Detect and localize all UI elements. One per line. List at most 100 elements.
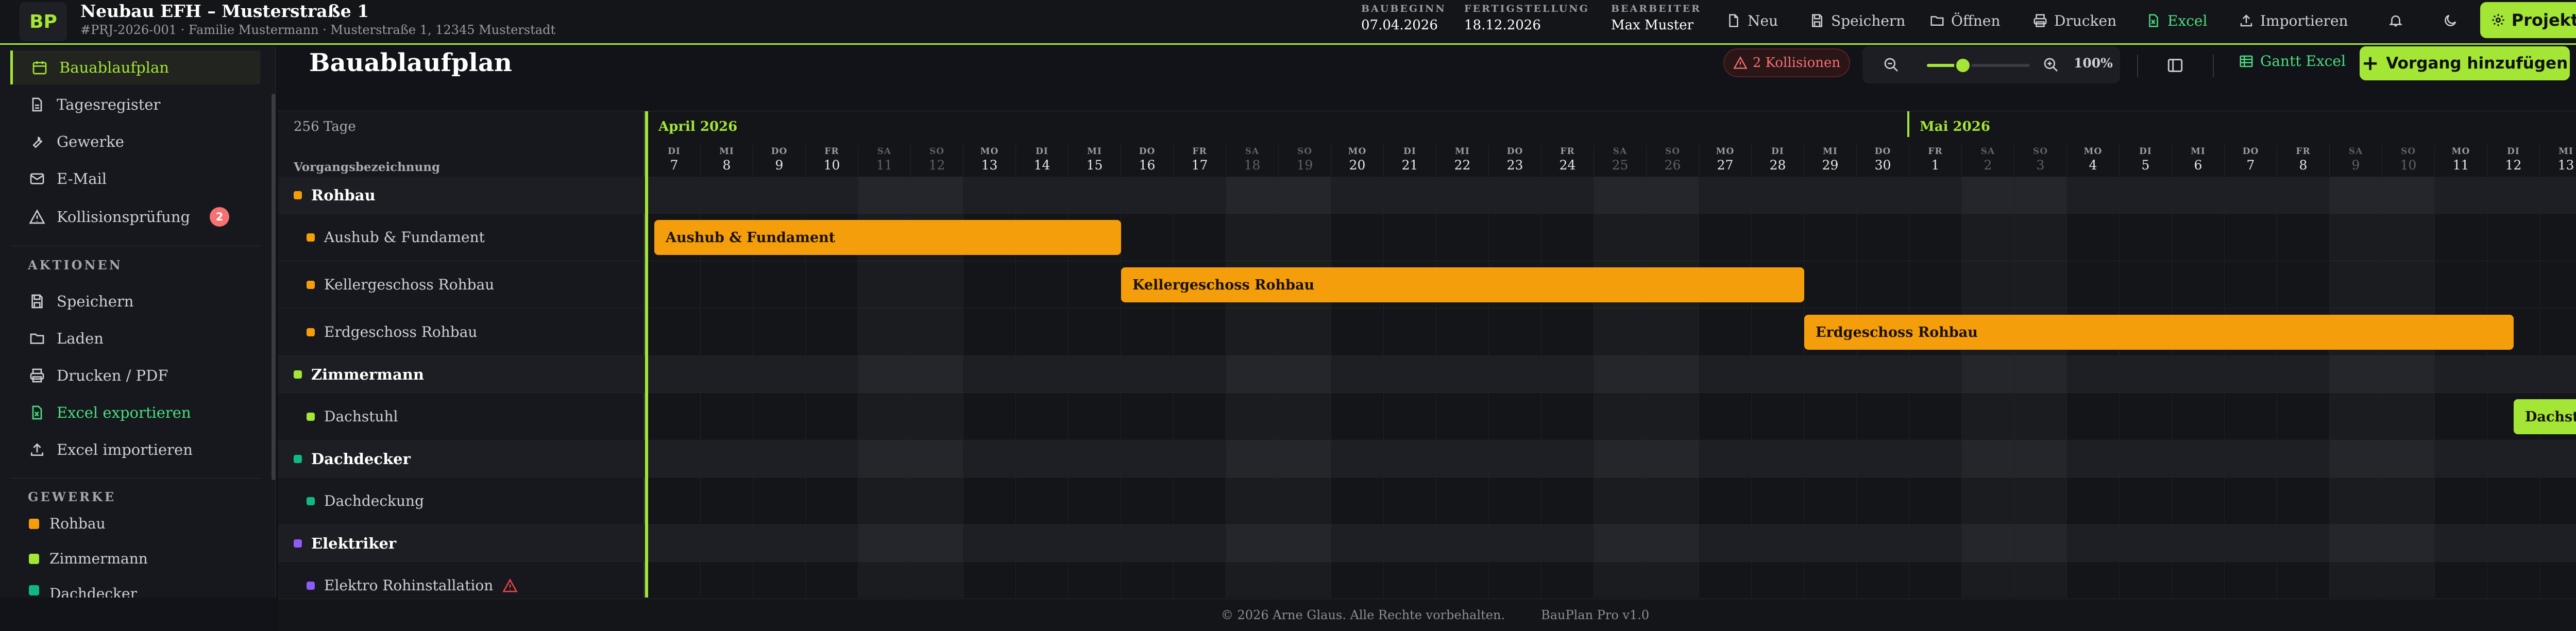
gantt-day-cell[interactable] (648, 356, 701, 393)
gantt-day-cell[interactable] (1174, 525, 1226, 562)
gantt-day-cell[interactable] (2067, 525, 2120, 562)
gantt-day-cell[interactable] (2487, 440, 2540, 477)
gantt-day-cell[interactable] (1594, 477, 1647, 525)
gantt-day-cell[interactable] (2330, 214, 2382, 261)
gantt-day-cell[interactable] (1541, 356, 1594, 393)
gantt-day-cell[interactable] (2330, 562, 2382, 598)
gantt-day-cell[interactable] (1489, 525, 1541, 562)
gantt-day-cell[interactable] (1279, 440, 1331, 477)
gantt-day-cell[interactable] (2540, 261, 2576, 309)
gantt-day-cell[interactable] (1489, 356, 1541, 393)
gantt-day-cell[interactable] (963, 393, 1016, 440)
gantt-day-cell[interactable] (1331, 356, 1384, 393)
gantt-day-cell[interactable] (2225, 562, 2277, 598)
gantt-day-cell[interactable] (1594, 214, 1647, 261)
gantt-day-cell[interactable] (1594, 525, 1647, 562)
gantt-day-cell[interactable] (1069, 356, 1121, 393)
gantt-day-cell[interactable] (1804, 214, 1857, 261)
gantt-day-cell[interactable] (1752, 177, 1804, 214)
gantt-day-cell[interactable] (1384, 562, 1436, 598)
gantt-day-cell[interactable] (2172, 477, 2225, 525)
gantt-day-cell[interactable] (2225, 440, 2277, 477)
gantt-group-row[interactable]: Rohbau (278, 177, 645, 214)
gantt-day-cell[interactable] (1331, 525, 1384, 562)
gantt-task-bar[interactable]: Erdgeschoss Rohbau (1804, 315, 2514, 350)
gantt-day-cell[interactable] (858, 525, 911, 562)
gantt-day-cell[interactable] (1121, 214, 1174, 261)
gantt-day-cell[interactable] (701, 393, 753, 440)
gantt-day-cell[interactable] (2172, 177, 2225, 214)
gantt-day-cell[interactable] (1489, 177, 1541, 214)
gantt-day-cell[interactable] (1069, 309, 1121, 356)
gantt-day-cell[interactable] (1226, 177, 1279, 214)
gantt-day-cell[interactable] (1909, 261, 1962, 309)
gantt-day-cell[interactable] (1016, 309, 1069, 356)
open-button[interactable]: Öffnen (1929, 9, 2000, 32)
gantt-day-cell[interactable] (2067, 214, 2120, 261)
gantt-day-cell[interactable] (2277, 525, 2330, 562)
print-button[interactable]: Drucken (2032, 9, 2116, 32)
gantt-day-cell[interactable] (1279, 356, 1331, 393)
sidebar-item-bauablaufplan[interactable]: Bauablaufplan (10, 50, 260, 84)
gantt-day-cell[interactable] (2330, 440, 2382, 477)
gantt-day-cell[interactable] (753, 562, 806, 598)
gantt-day-cell[interactable] (1279, 477, 1331, 525)
gantt-day-cell[interactable] (1121, 393, 1174, 440)
gantt-day-cell[interactable] (1962, 562, 2014, 598)
gantt-day-cell[interactable] (911, 393, 963, 440)
gantt-day-cell[interactable] (1436, 393, 1489, 440)
gantt-day-cell[interactable] (911, 309, 963, 356)
gantt-day-cell[interactable] (1857, 393, 1909, 440)
gantt-day-cell[interactable] (1594, 177, 1647, 214)
gantt-day-cell[interactable] (1016, 393, 1069, 440)
gantt-day-cell[interactable] (1174, 440, 1226, 477)
gantt-day-cell[interactable] (2120, 214, 2172, 261)
gantt-day-cell[interactable] (1699, 525, 1752, 562)
gantt-day-cell[interactable] (1016, 562, 1069, 598)
sidebar-trade-dachdecker[interactable]: Dachdecker (29, 585, 137, 598)
gantt-day-cell[interactable] (753, 356, 806, 393)
gantt-day-cell[interactable] (1909, 525, 1962, 562)
gantt-day-cell[interactable] (1699, 356, 1752, 393)
gantt-group-row[interactable]: Elektriker (278, 525, 645, 562)
gantt-day-cell[interactable] (2120, 440, 2172, 477)
gantt-task-row[interactable]: Aushub & Fundament (278, 214, 645, 261)
gantt-day-cell[interactable] (1699, 562, 1752, 598)
gantt-day-cell[interactable] (2120, 477, 2172, 525)
gantt-day-cell[interactable] (1174, 393, 1226, 440)
gantt-day-cell[interactable] (1174, 177, 1226, 214)
gantt-day-cell[interactable] (2172, 562, 2225, 598)
gantt-day-cell[interactable] (911, 261, 963, 309)
gantt-day-cell[interactable] (1541, 393, 1594, 440)
gantt-day-cell[interactable] (2120, 261, 2172, 309)
gantt-day-cell[interactable] (2487, 562, 2540, 598)
gantt-day-cell[interactable] (1121, 309, 1174, 356)
gantt-day-cell[interactable] (1962, 214, 2014, 261)
gantt-day-cell[interactable] (2330, 356, 2382, 393)
gantt-day-cell[interactable] (1804, 261, 1857, 309)
gantt-day-cell[interactable] (911, 356, 963, 393)
gantt-day-cell[interactable] (1069, 562, 1121, 598)
gantt-day-cell[interactable] (2382, 477, 2435, 525)
gantt-day-cell[interactable] (1489, 309, 1541, 356)
gantt-day-cell[interactable] (1962, 477, 2014, 525)
gantt-day-cell[interactable] (858, 177, 911, 214)
gantt-day-cell[interactable] (1174, 309, 1226, 356)
gantt-day-cell[interactable] (1962, 440, 2014, 477)
gantt-day-cell[interactable] (1752, 477, 1804, 525)
gantt-day-cell[interactable] (1594, 562, 1647, 598)
gantt-day-cell[interactable] (1069, 393, 1121, 440)
gantt-day-cell[interactable] (2435, 440, 2487, 477)
gantt-day-cell[interactable] (1752, 356, 1804, 393)
gantt-day-cell[interactable] (1804, 562, 1857, 598)
gantt-day-cell[interactable] (1436, 525, 1489, 562)
gantt-day-cell[interactable] (2225, 477, 2277, 525)
gantt-day-cell[interactable] (1069, 440, 1121, 477)
gantt-day-cell[interactable] (1752, 309, 1804, 356)
gantt-day-cell[interactable] (1699, 393, 1752, 440)
gantt-day-cell[interactable] (1909, 356, 1962, 393)
gantt-day-cell[interactable] (2382, 261, 2435, 309)
gantt-day-cell[interactable] (1384, 525, 1436, 562)
gantt-day-cell[interactable] (701, 525, 753, 562)
gantt-day-cell[interactable] (2225, 356, 2277, 393)
